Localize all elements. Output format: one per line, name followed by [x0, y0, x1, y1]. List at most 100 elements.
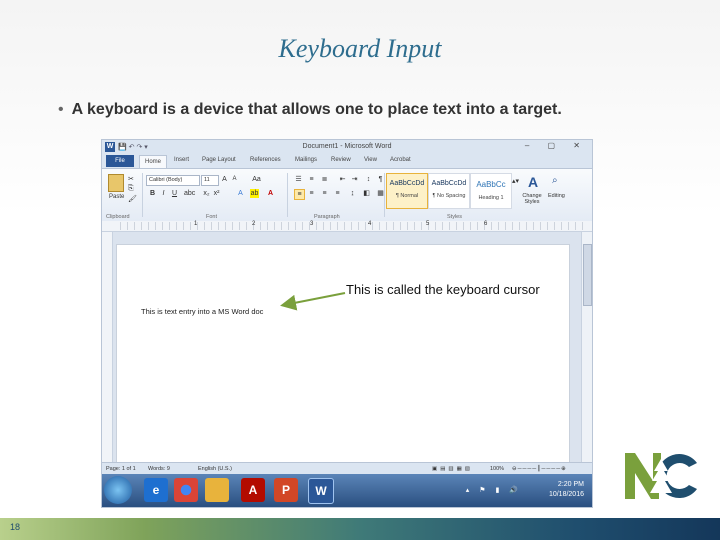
paragraph-group-label: Paragraph	[314, 214, 340, 220]
horizontal-ruler[interactable]: 1 2 3 4 5 6	[102, 221, 592, 232]
ribbon-separator	[287, 173, 288, 217]
tab-acrobat[interactable]: Acrobat	[390, 157, 411, 163]
tab-view[interactable]: View	[364, 157, 377, 163]
window-controls[interactable]: – ▢ ✕	[525, 141, 588, 150]
align-right-icon[interactable]: ≡	[320, 189, 329, 198]
tab-file[interactable]: File	[106, 155, 134, 167]
document-area: This is text entry into a MS Word doc Th…	[113, 232, 581, 464]
ribbon-separator	[384, 173, 385, 217]
word-screenshot: W 💾 ↶ ↷ ▾ Document1 - Microsoft Word – ▢…	[101, 139, 593, 508]
ruler-number: 4	[368, 221, 372, 227]
acrobat-icon[interactable]: A	[241, 478, 265, 502]
font-name-select[interactable]: Calibri (Body)	[146, 175, 200, 186]
cursor-callout: This is called the keyboard cursor	[346, 282, 540, 297]
page-count[interactable]: Page: 1 of 1	[106, 466, 136, 472]
numbering-icon[interactable]: ≡	[307, 175, 316, 184]
windows-taskbar: e A P W ▴ ⚑ ▮ 🔊 2:20 PM 10/18/2016	[102, 474, 592, 507]
align-center-icon[interactable]: ≡	[307, 189, 316, 198]
style-sample: AaBbCc	[476, 180, 506, 189]
multilevel-list-icon[interactable]: ≣	[320, 175, 329, 184]
line-spacing-icon[interactable]: ↨	[348, 189, 357, 198]
clipboard-group-label: Clipboard	[106, 214, 130, 220]
justify-icon[interactable]: ≡	[333, 189, 342, 198]
font-color-icon[interactable]: A	[266, 189, 275, 198]
file-explorer-icon[interactable]	[205, 478, 229, 502]
tab-mailings[interactable]: Mailings	[295, 157, 317, 163]
internet-explorer-icon[interactable]: e	[144, 478, 168, 502]
ruler-number: 6	[484, 221, 488, 227]
sort-icon[interactable]: ↕	[364, 175, 373, 184]
format-painter-icon[interactable]: 🖌	[128, 195, 137, 203]
editing-button[interactable]: Editing	[548, 193, 565, 199]
footer-bar	[0, 518, 720, 540]
tab-insert[interactable]: Insert	[174, 157, 189, 163]
style-name: Heading 1	[478, 195, 504, 201]
word-taskbar-icon[interactable]: W	[308, 478, 334, 504]
slide-number: 18	[10, 522, 21, 532]
bullet-point: • A keyboard is a device that allows one …	[58, 101, 562, 119]
style-sample: AaBbCcDd	[431, 180, 467, 187]
style-no-spacing[interactable]: AaBbCcDd ¶ No Spacing	[428, 173, 470, 209]
find-icon[interactable]: ⌕	[552, 175, 558, 186]
system-tray[interactable]: ▴ ⚑ ▮ 🔊	[466, 486, 522, 494]
language-indicator[interactable]: English (U.S.)	[198, 466, 232, 472]
font-size-select[interactable]: 11	[201, 175, 219, 186]
style-sample: AaBbCcDd	[389, 180, 425, 187]
align-left-icon[interactable]: ≡	[294, 189, 305, 200]
ruler-number: 3	[310, 221, 314, 227]
increase-indent-icon[interactable]: ⇥	[350, 175, 359, 184]
tab-home[interactable]: Home	[139, 155, 167, 169]
clock-date: 10/18/2016	[548, 491, 584, 498]
text-effects-icon[interactable]: A	[236, 189, 245, 198]
style-name: ¶ No Spacing	[432, 193, 466, 199]
ruler-number: 2	[252, 221, 256, 227]
word-count[interactable]: Words: 9	[148, 466, 170, 472]
bold-button[interactable]: B	[148, 189, 157, 198]
taskbar-clock[interactable]: 2:20 PM 10/18/2016	[549, 480, 584, 500]
tab-review[interactable]: Review	[331, 157, 351, 163]
shading-icon[interactable]: ◧	[362, 189, 371, 198]
styles-more-icon[interactable]: ▴▾	[512, 177, 519, 185]
subscript-button[interactable]: x₂	[202, 189, 211, 198]
window-title: Document1 - Microsoft Word	[302, 143, 392, 150]
document-text[interactable]: This is text entry into a MS Word doc	[141, 307, 263, 316]
cut-icon[interactable]: ✂	[128, 175, 134, 183]
vertical-ruler[interactable]	[102, 232, 113, 462]
change-case-icon[interactable]: Aa	[252, 175, 261, 184]
ruler-number: 1	[194, 221, 198, 227]
grow-font-icon[interactable]: A	[220, 175, 229, 184]
document-page[interactable]: This is text entry into a MS Word doc Th…	[116, 244, 570, 464]
ruler-ticks	[114, 222, 584, 230]
superscript-button[interactable]: x²	[212, 189, 221, 198]
zoom-slider[interactable]: ⊖────┃────⊕	[512, 466, 567, 472]
style-normal[interactable]: AaBbCcDd ¶ Normal	[386, 173, 428, 209]
nc-logo	[625, 453, 697, 499]
change-styles-icon[interactable]: A	[524, 174, 542, 190]
shrink-font-icon[interactable]: A	[230, 175, 239, 184]
view-buttons[interactable]: ▣▤▥▦▧	[432, 466, 473, 472]
paste-icon[interactable]	[108, 174, 124, 192]
decrease-indent-icon[interactable]: ⇤	[338, 175, 347, 184]
italic-button[interactable]: I	[159, 189, 168, 198]
change-styles-button[interactable]: Change Styles	[518, 193, 546, 205]
scrollbar-thumb[interactable]	[583, 244, 592, 306]
bullets-icon[interactable]: ☰	[294, 175, 303, 184]
ribbon-separator	[142, 173, 143, 217]
ruler-number: 5	[426, 221, 430, 227]
tab-references[interactable]: References	[250, 157, 281, 163]
tab-page-layout[interactable]: Page Layout	[202, 157, 236, 163]
powerpoint-icon[interactable]: P	[274, 478, 298, 502]
bullet-dot: •	[58, 101, 64, 118]
highlight-icon[interactable]: ab	[250, 189, 259, 198]
chrome-icon[interactable]	[174, 478, 198, 502]
zoom-level[interactable]: 100%	[490, 466, 504, 472]
ribbon: Paste ✂ ⎘ 🖌 Clipboard Calibri (Body) 11 …	[102, 168, 592, 222]
vertical-scrollbar[interactable]	[581, 232, 592, 462]
copy-icon[interactable]: ⎘	[128, 185, 134, 193]
strikethrough-button[interactable]: abc	[184, 189, 195, 198]
start-button[interactable]	[104, 476, 132, 504]
ribbon-tabs: File Home Insert Page Layout References …	[102, 154, 592, 169]
paste-button[interactable]: Paste	[109, 194, 124, 200]
underline-button[interactable]: U	[170, 189, 179, 198]
style-heading-1[interactable]: AaBbCc Heading 1	[470, 173, 512, 209]
